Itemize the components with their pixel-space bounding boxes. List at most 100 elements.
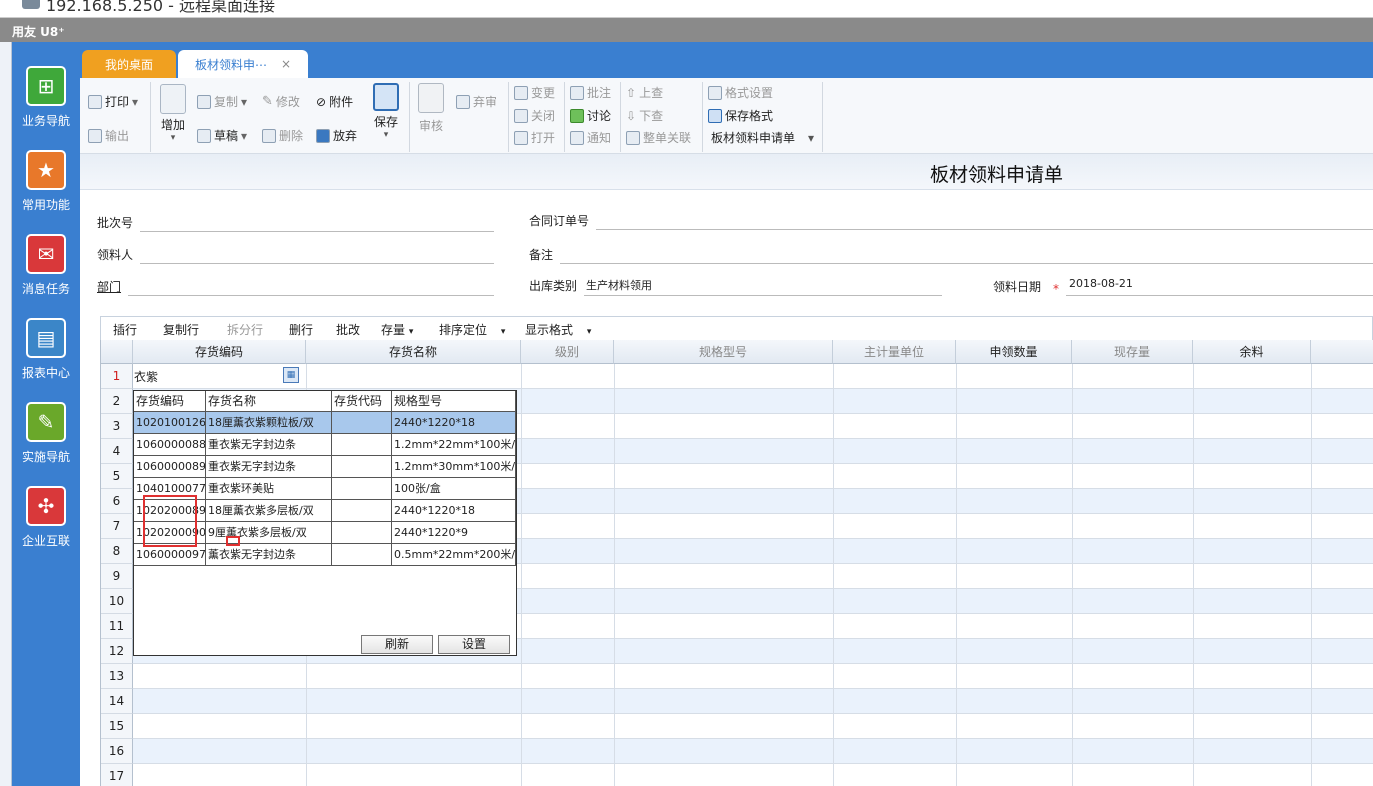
draft-button[interactable]: 草稿 ▾ [197,127,247,144]
copy-icon [197,94,211,109]
nav-item-1[interactable]: ⊞ 业务导航 [12,66,80,129]
sort-locate-button[interactable]: 排序定位 ▾ [439,321,505,338]
column-header[interactable]: 申领数量 [956,340,1072,364]
attach-button[interactable]: ⊘ 附件 [316,93,353,110]
date-value: 2018-08-21 [1069,277,1133,290]
dropdown-row[interactable]: 1060000089 重衣紫无字封边条 1.2mm*30mm*100米/卷 [134,456,516,478]
copy-row-button[interactable]: 复制行 [163,321,199,338]
refresh-button[interactable]: 刷新 [361,635,433,654]
batch-label: 批次号 [97,216,134,230]
dropdown-column-header[interactable]: 存货名称 [206,391,332,412]
change-button[interactable]: 变更 [514,84,555,101]
split-row-button[interactable]: 拆分行 [227,321,263,338]
column-header[interactable]: 级别 [521,340,614,364]
next-query-button[interactable]: ⇩ 下查 [626,107,663,124]
batch-input[interactable] [140,231,494,232]
form-header: 板材领料申请单 [80,154,1373,190]
table-row[interactable] [133,364,1373,389]
annotate-button[interactable]: 批注 [570,84,611,101]
dropdown-column-header[interactable]: 存货代码 [332,391,392,412]
date-label: 领料日期 [993,280,1042,294]
dept-input[interactable] [128,295,494,296]
batch-edit-button[interactable]: 批改 [336,321,360,338]
notify-button[interactable]: 通知 [570,129,611,146]
insert-row-button[interactable]: 插行 [113,321,137,338]
out-type-value: 生产材料领用 [586,279,652,292]
reference-picker-icon[interactable]: ▦ [283,367,299,383]
format-icon [708,85,722,100]
table-row[interactable] [133,689,1373,714]
picker-input[interactable] [140,263,494,264]
remark-input[interactable] [560,263,1373,264]
abandon-button[interactable]: 放弃 [316,127,357,144]
close-doc-button[interactable]: 关闭 [514,107,555,124]
nav-item-5[interactable]: ✎ 实施导航 [12,402,80,465]
table-row[interactable] [133,664,1373,689]
column-header[interactable]: 现存量 [1072,340,1193,364]
audit-button[interactable]: 审核 [418,83,444,134]
prev-query-button[interactable]: ⇧ 上查 [626,84,663,101]
add-button[interactable]: 增加 ▾ [160,84,186,143]
nav-item-label: 常用功能 [21,198,70,212]
delete-button[interactable]: 删除 [262,127,303,144]
copy-button[interactable]: 复制 ▾ [197,93,247,110]
dropdown-column-header[interactable]: 规格型号 [392,391,516,412]
compass-icon: ✎ [26,402,66,442]
report-icon: ▤ [26,318,66,358]
dropdown-row[interactable]: 1020100126 18厘薰衣紫颗粒板/双 2440*1220*18 [134,412,516,434]
save-button[interactable]: 保存 ▾ [373,83,399,140]
close-icon[interactable]: × [281,57,291,71]
table-row[interactable] [133,739,1373,764]
row-number: 14 [101,689,133,714]
contract-label: 合同订单号 [529,214,590,228]
modify-label: 修改 [275,95,300,109]
save-format-button[interactable]: 保存格式 [708,107,773,124]
dropdown-row[interactable]: 1060000088 重衣紫无字封边条 1.2mm*22mm*100米/卷 [134,434,516,456]
print-label: 打印 [105,95,130,109]
column-header[interactable]: 规格型号 [614,340,833,364]
row-number: 15 [101,714,133,739]
stock-button[interactable]: 存量 ▾ [381,321,413,338]
nav-item-6[interactable]: ✣ 企业互联 [12,486,80,549]
column-header[interactable]: 主计量单位 [833,340,956,364]
nav-item-4[interactable]: ▤ 报表中心 [12,318,80,381]
paperclip-icon: ⊘ [316,94,327,109]
discard-button[interactable]: 弃审 [456,93,497,110]
row-number: 11 [101,614,133,639]
print-button[interactable]: 打印 ▾ [88,93,138,110]
tab-requisition[interactable]: 板材领料申⋯ × [178,50,308,78]
format-select[interactable]: 板材领料申请单 ▾ [711,129,814,146]
nav-item-2[interactable]: ★ 常用功能 [12,150,80,213]
export-button[interactable]: 输出 [88,127,129,144]
date-input[interactable] [1066,295,1373,296]
link-button[interactable]: 整单关联 [626,129,691,146]
dropdown-row[interactable]: 1060000097 薰衣紫无字封边条 0.5mm*22mm*200米/卷 [134,544,516,566]
modify-button[interactable]: ✎ 修改 [262,93,300,110]
dropdown-cell: 1020100126 [134,412,206,434]
delete-row-button[interactable]: 删行 [289,321,313,338]
format-settings-button[interactable]: 格式设置 [708,84,773,101]
contract-input[interactable] [596,229,1373,230]
display-format-button[interactable]: 显示格式 ▾ [525,321,591,338]
inventory-code-input[interactable]: 衣紫 ▦ [133,366,301,386]
dropdown-cell [332,544,392,566]
column-header[interactable]: 存货编码 [133,340,306,364]
discuss-button[interactable]: 讨论 [570,107,611,124]
dept-label[interactable]: 部门 [97,278,121,295]
tab-my-desktop[interactable]: 我的桌面 [82,50,176,78]
form-title: 板材领料申请单 [930,164,1064,186]
delete-icon [262,128,276,143]
column-header[interactable]: 余料 [1193,340,1311,364]
nav-item-3[interactable]: ✉ 消息任务 [12,234,80,297]
dropdown-column-header[interactable]: 存货编码 [134,391,206,412]
column-header[interactable]: 存货名称 [306,340,521,364]
settings-button[interactable]: 设置 [438,635,510,654]
remote-desktop-icon [22,0,40,9]
table-row[interactable] [133,764,1373,786]
table-row[interactable] [133,714,1373,739]
column-divider [956,364,957,786]
out-type-input[interactable] [584,295,942,296]
arrow-up-icon: ⇧ [626,85,637,100]
open-button[interactable]: 打开 [514,129,555,146]
dropdown-cell: 1060000088 [134,434,206,456]
